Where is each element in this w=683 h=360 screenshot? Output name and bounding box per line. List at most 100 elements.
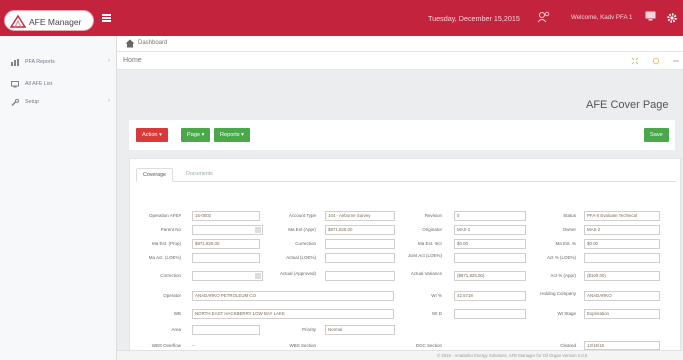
welcome-text: Welcome, Kadv PFA 1: [571, 14, 633, 21]
label-wi-stage: WI Stage: [557, 311, 576, 316]
revision-field[interactable]: 0: [454, 211, 526, 221]
label-wi-d: WI D: [432, 311, 442, 316]
holding-company-field[interactable]: ANADARKO: [584, 291, 660, 301]
menu-toggle-icon[interactable]: [102, 14, 111, 22]
tab-coverage[interactable]: Coverage: [136, 168, 173, 182]
monitor-icon[interactable]: [645, 11, 656, 21]
label-actual-variance: Actual Variance: [410, 271, 442, 276]
act-pct-appr-field[interactable]: ($100.00): [584, 271, 660, 281]
ma-est-pct-field[interactable]: $0.00: [584, 239, 660, 249]
wb-field[interactable]: NORTH EAST HACKBERRY LOW BAY LAKE: [192, 309, 394, 319]
save-button[interactable]: Save: [644, 128, 669, 142]
label-correction: Correction: [295, 241, 316, 246]
label-wbs-overflow: WBS Overflow: [151, 343, 181, 348]
label-actual: Actual (LOE%): [286, 255, 316, 260]
priority-field[interactable]: Normal: [325, 325, 395, 335]
joint-act-field[interactable]: [454, 253, 526, 263]
label-operation-afe: Operation AFE#: [148, 213, 181, 218]
label-originator: Originator: [422, 227, 442, 232]
bar-chart-icon: [11, 59, 19, 66]
label-act-pct-appr: Act % (Appr): [550, 273, 576, 278]
sidebar-item-pfa-reports[interactable]: PFA Reports ›: [9, 58, 112, 68]
account-type-field[interactable]: 104 - Airborne Survey: [325, 211, 395, 221]
label-ma-est-prop: Ma Est. (Prop): [151, 241, 181, 246]
actual-variance-field[interactable]: ($871,825.00): [454, 271, 526, 281]
footer-copyright: © 2015 - Anadarko Energy Solutions. AFE …: [437, 353, 588, 358]
label-act-pct: Act % (LOE%): [546, 255, 576, 260]
correction-2-select[interactable]: [192, 271, 263, 281]
wi-d-field[interactable]: [454, 309, 526, 319]
tab-documents[interactable]: Documents: [180, 168, 219, 182]
ma-est-incr-field[interactable]: $0.00: [454, 239, 526, 249]
label-parent-no: Parent No: [160, 227, 181, 232]
ma-est-prop-field[interactable]: $871,825.00: [192, 239, 260, 249]
label-doc-section: DOC Section: [415, 343, 442, 348]
tab-bar: Coverage Documents: [136, 168, 676, 182]
sidebar: PFA Reports › All AFE List Setup ›: [0, 36, 117, 360]
sidebar-item-all-afe-list[interactable]: All AFE List: [9, 80, 112, 90]
page-header-title: Home: [123, 57, 142, 64]
refresh-icon[interactable]: [652, 57, 660, 65]
area-field[interactable]: [192, 325, 260, 335]
label-wbs-section: WBS Section: [289, 343, 316, 348]
status-field[interactable]: PFA-0 Evaluate Technical: [584, 211, 660, 221]
label-cleared: Cleared: [560, 343, 576, 348]
gear-icon[interactable]: [666, 12, 678, 24]
footer: © 2015 - Anadarko Energy Solutions. AFE …: [117, 350, 683, 360]
collapse-icon[interactable]: [631, 57, 639, 65]
act-pct-field[interactable]: [584, 253, 660, 263]
label-actual-approved: Actual (Approved): [279, 271, 316, 276]
wrench-icon: [11, 99, 19, 106]
actual-field[interactable]: [325, 253, 395, 263]
label-wi: WI %: [431, 293, 442, 298]
label-priority: Priority: [301, 327, 316, 332]
home-icon[interactable]: [125, 39, 135, 48]
label-revision: Revision: [424, 213, 442, 218]
breadcrumb-link-dashboard[interactable]: Dashboard: [138, 40, 167, 46]
cleared-field[interactable]: 12/15/15: [584, 341, 660, 350]
sidebar-item-label: PFA Reports: [25, 59, 55, 65]
action-button[interactable]: Action ▾: [136, 128, 168, 142]
ma-act-field[interactable]: [192, 253, 260, 263]
logo-icon: [10, 15, 26, 28]
top-bar: AFE Manager Tuesday, December 15,2015 We…: [0, 0, 683, 36]
chevron-right-icon: ›: [108, 58, 110, 64]
app-title: AFE Manager: [29, 17, 82, 27]
label-wb: WB: [173, 311, 181, 316]
page-button[interactable]: Page ▾: [181, 128, 211, 142]
app-logo[interactable]: AFE Manager: [4, 10, 94, 31]
parent-no-select[interactable]: [192, 225, 263, 235]
label-joint-act: Joint Act (LOE%): [407, 253, 442, 258]
close-icon[interactable]: [672, 57, 680, 65]
wbs-overflow-value: --: [192, 343, 195, 348]
label-ma-est-incr: Ma Est. Incr: [417, 241, 442, 246]
label-area: Area: [171, 327, 181, 332]
chevron-right-icon: ›: [108, 98, 110, 104]
breadcrumb: Dashboard: [117, 36, 683, 52]
label-ma-act: Ma Act. (LOE%): [148, 255, 181, 260]
operator-field[interactable]: ANADARKO PETROLEUM CO: [192, 291, 394, 301]
label-ma-est-appr: Ma Est (Appr): [288, 227, 316, 232]
label-account-type: Account Type: [288, 213, 316, 218]
sidebar-item-label: All AFE List: [25, 81, 53, 87]
originator-field[interactable]: MAS 2: [454, 225, 526, 235]
form-panel: Coverage Documents Operation AFE# 15-000…: [129, 158, 681, 353]
wi-stage-field[interactable]: Exploration: [584, 309, 660, 319]
label-correction-2: Correction: [160, 273, 181, 278]
actual-approved-field[interactable]: [325, 271, 395, 281]
label-status: Status: [563, 213, 576, 218]
users-icon[interactable]: [537, 10, 551, 24]
sidebar-item-label: Setup: [25, 99, 39, 105]
label-operator: Operator: [163, 293, 181, 298]
operation-afe-field[interactable]: 15-0002: [192, 211, 260, 221]
owner-field[interactable]: MAS 2: [584, 225, 660, 235]
page-header: Home: [117, 52, 683, 70]
reports-button[interactable]: Reports ▾: [214, 128, 250, 142]
ma-est-appr-field[interactable]: $871,825.00: [325, 225, 395, 235]
page-title: AFE Cover Page: [586, 99, 669, 111]
wi-field[interactable]: 42.5718: [454, 291, 526, 301]
label-holding-company: Holding Company: [540, 291, 576, 296]
current-date: Tuesday, December 15,2015: [428, 14, 520, 23]
correction-field[interactable]: [325, 239, 395, 249]
sidebar-item-setup[interactable]: Setup ›: [9, 98, 112, 108]
